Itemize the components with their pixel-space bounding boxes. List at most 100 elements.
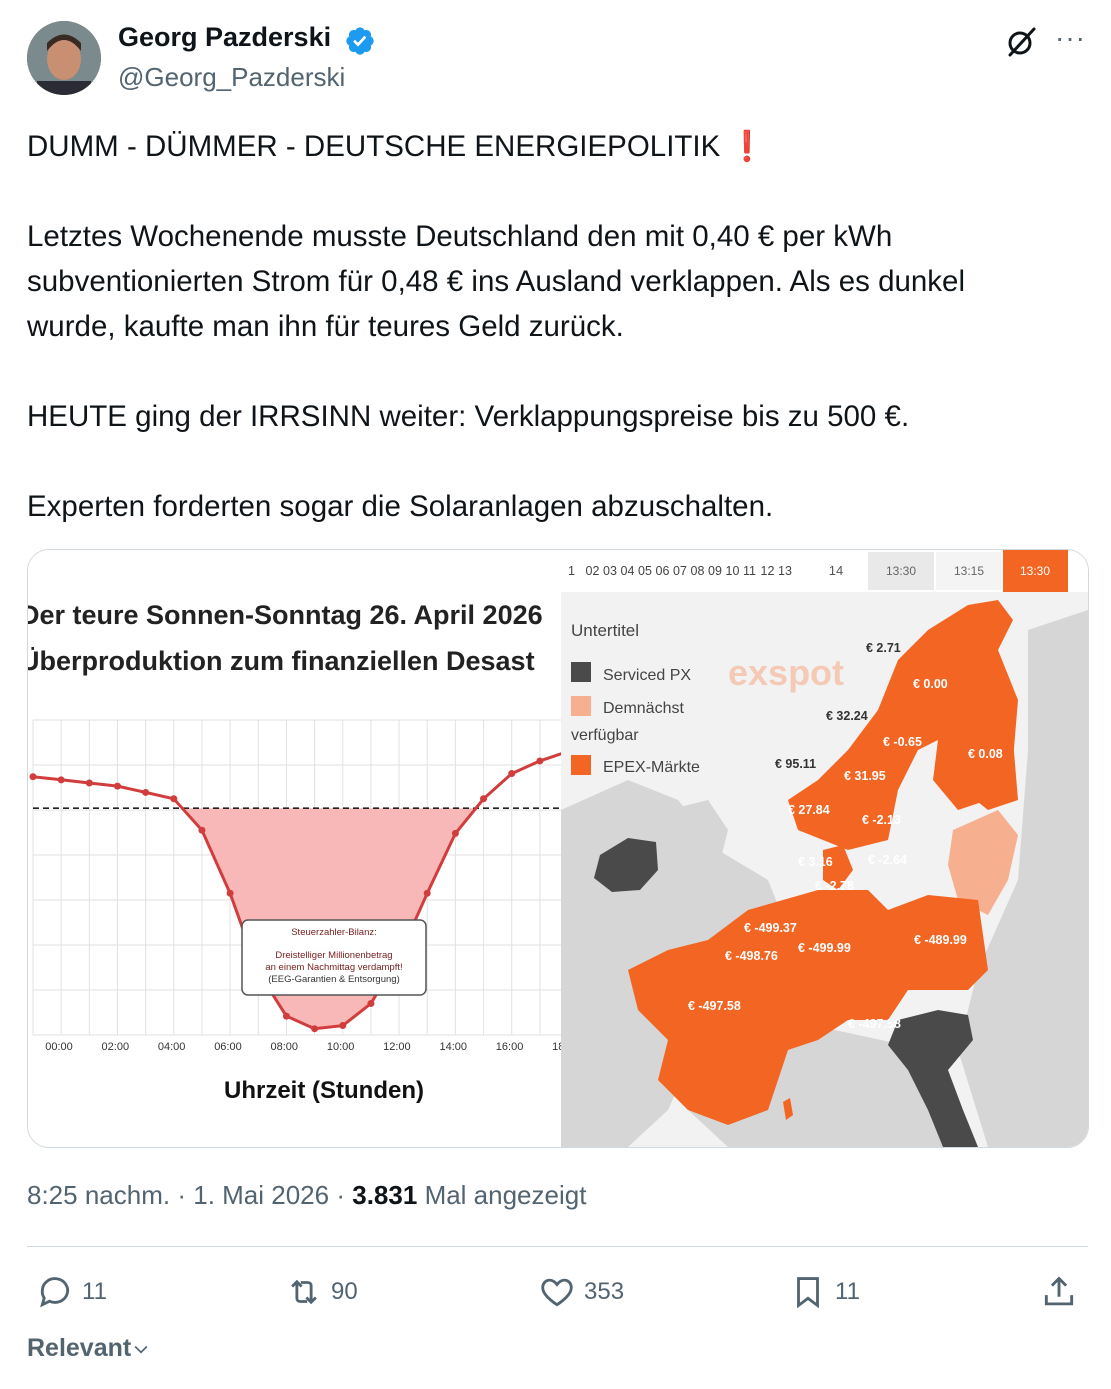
timeline-hour: 04 <box>621 564 635 578</box>
reply-count: 11 <box>82 1278 107 1305</box>
post-paragraph-2c: wurde, kaufte man ihn für teures Geld zu… <box>27 310 624 343</box>
more-options-icon[interactable]: ··· <box>1055 22 1086 54</box>
price-label: € 3.16 <box>798 855 833 869</box>
reply-icon <box>40 1277 70 1308</box>
bookmark-icon <box>797 1277 819 1309</box>
post-paragraph-2b: subventionierten Strom für 0,48 € ins Au… <box>27 265 966 298</box>
grok-icon[interactable] <box>1004 25 1038 59</box>
repost-count: 90 <box>331 1278 358 1305</box>
box-line-1: Dreistelliger Millionenbetrag <box>275 950 392 961</box>
data-point <box>311 1025 319 1033</box>
price-label: € -499.99 <box>798 941 851 955</box>
timeline-hour: 12 <box>761 564 775 578</box>
data-point <box>198 826 206 834</box>
legend-title: Untertitel <box>571 621 639 640</box>
post-text: DUMM - DÜMMER - DEUTSCHE ENERGIEPOLITIK … <box>27 124 1092 529</box>
data-point <box>508 770 516 778</box>
price-label: € -2.78 <box>815 879 854 893</box>
divider <box>27 1246 1088 1247</box>
timeline-hour: 05 <box>638 564 652 578</box>
price-label: € 27.84 <box>788 803 830 817</box>
sort-dropdown[interactable]: Relevant <box>27 1334 151 1363</box>
price-label: € 0.08 <box>968 747 1003 761</box>
data-point <box>57 776 65 784</box>
avatar[interactable] <box>27 21 101 95</box>
bookmark-count: 11 <box>835 1278 860 1305</box>
x-tick-label: 06:00 <box>214 1041 242 1053</box>
price-label: € -499.37 <box>744 921 797 935</box>
post-paragraph-4: Experten forderten sogar die Solaranlage… <box>27 490 774 523</box>
data-point <box>226 889 234 897</box>
post-time[interactable]: 8:25 nachm. <box>27 1180 170 1210</box>
timeline-hour: 06 <box>656 564 670 578</box>
like-button[interactable]: 353 <box>538 1272 624 1312</box>
post-meta: 8:25 nachm. · 1. Mai 2026 · 3.831 Mal an… <box>27 1180 586 1211</box>
price-label: € -2.13 <box>862 813 901 827</box>
meta-separator: · <box>336 1180 346 1210</box>
heart-icon <box>541 1278 573 1307</box>
price-label: € -497.58 <box>848 1017 901 1031</box>
data-point <box>142 788 150 796</box>
data-point <box>339 1022 347 1030</box>
avatar-photo <box>27 21 101 95</box>
share-icon <box>1044 1276 1074 1306</box>
price-label: € 2.71 <box>866 641 901 655</box>
x-tick-label: 12:00 <box>383 1041 411 1053</box>
bilanz-box: Steuerzahler-Bilanz: Dreistelliger Milli… <box>241 919 427 996</box>
share-button[interactable] <box>1040 1272 1086 1312</box>
price-label: € 95.11 <box>775 757 816 771</box>
timeline-hour: 10 <box>726 564 740 578</box>
chart-title-1: Der teure Sonnen-Sonntag 26. April 2026 <box>28 600 543 630</box>
price-label: € 0.00 <box>913 677 948 691</box>
timeline-hour: 11 <box>743 564 756 578</box>
timeline-1315: 13:15 <box>954 564 984 578</box>
box-line-3: (EEG-Garantien & Entsorgung) <box>268 974 399 985</box>
timeline-14: 14 <box>829 563 843 578</box>
data-point <box>29 773 37 781</box>
x-tick-label: 14:00 <box>439 1041 467 1053</box>
legend-soon-2: verfügbar <box>571 727 639 744</box>
box-line-2: an einem Nachmittag verdampft! <box>265 962 402 973</box>
price-label: € -498.76 <box>725 949 778 963</box>
post-paragraph-3: HEUTE ging der IRRSINN weiter: Verklappu… <box>27 400 910 433</box>
data-point <box>423 889 431 897</box>
repost-icon <box>291 1279 317 1305</box>
x-tick-label: 00:00 <box>45 1041 73 1053</box>
data-point <box>282 1012 290 1020</box>
timeline-hour: 09 <box>708 564 722 578</box>
media-image: Der teure Sonnen-Sonntag 26. April 2026 … <box>28 550 1088 1147</box>
bookmark-button[interactable]: 11 <box>789 1272 860 1312</box>
view-label: Mal angezeigt <box>424 1180 587 1210</box>
price-label: € 31.95 <box>844 769 886 783</box>
price-label: € 32.24 <box>826 709 868 723</box>
legend-epex: EPEX-Märkte <box>603 759 700 776</box>
author-handle[interactable]: @Georg_Pazderski <box>118 62 345 93</box>
post-media[interactable]: Der teure Sonnen-Sonntag 26. April 2026 … <box>27 549 1089 1148</box>
chevron-down-icon <box>134 1345 148 1354</box>
exclamation-emoji-icon: ❗ <box>728 130 766 163</box>
timeline-hour: 07 <box>673 564 687 578</box>
x-axis-label: Uhrzeit (Stunden) <box>224 1077 424 1104</box>
repost-button[interactable]: 90 <box>285 1272 358 1312</box>
box-title: Steuerzahler-Bilanz: <box>291 927 377 938</box>
view-count: 3.831 <box>352 1180 418 1210</box>
x-tick-label: 02:00 <box>102 1041 130 1053</box>
post-date[interactable]: 1. Mai 2026 <box>193 1180 329 1210</box>
legend-serviced: Serviced PX <box>603 667 691 684</box>
timeline-hour: 03 <box>603 564 617 578</box>
map-panel: 1 02 03 04 05 06 07 08 09 10 11 12 13 14 13:30 13:15… <box>561 550 1088 1147</box>
x-tick-label: 10:00 <box>327 1041 355 1053</box>
x-tick-label: 16:00 <box>496 1041 524 1053</box>
reply-button[interactable]: 11 <box>36 1272 107 1312</box>
price-label: € -497.58 <box>688 999 741 1013</box>
data-point <box>367 1000 375 1007</box>
x-tick-label: 08:00 <box>271 1041 299 1053</box>
author-name[interactable]: Georg Pazderski <box>118 22 331 53</box>
timeline-1330: 13:30 <box>886 564 916 578</box>
price-label: € -489.99 <box>914 933 967 947</box>
post-line-1: DUMM - DÜMMER - DEUTSCHE ENERGIEPOLITIK <box>27 130 721 163</box>
data-point <box>170 795 178 803</box>
verified-badge-icon <box>346 27 374 55</box>
map-watermark: exspot <box>728 652 844 693</box>
timeline-active: 13:30 <box>1020 564 1050 578</box>
